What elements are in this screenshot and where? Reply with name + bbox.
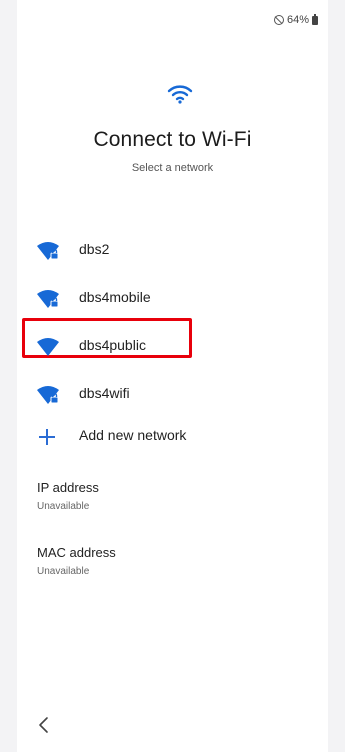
network-item-dbs4wifi[interactable]: dbs4wifi <box>17 376 328 424</box>
ip-address-label: IP address <box>37 480 99 495</box>
ip-address-value: Unavailable <box>37 501 90 512</box>
network-item-dbs2[interactable]: dbs2 <box>17 232 328 280</box>
wifi-locked-icon <box>37 386 59 404</box>
wifi-icon <box>37 338 59 356</box>
wifi-setup-screen: 64% Connect to Wi-Fi Select a network db… <box>17 0 328 752</box>
network-name: dbs4mobile <box>79 289 151 305</box>
wifi-icon <box>167 85 193 104</box>
network-item-dbs4public[interactable]: dbs4public <box>17 318 328 376</box>
mac-address-section: MAC address Unavailable <box>37 545 116 577</box>
battery-percent: 64% <box>286 14 309 26</box>
network-name: dbs2 <box>79 241 110 257</box>
battery-icon <box>312 13 318 25</box>
page-subtitle: Select a network <box>131 162 214 174</box>
page-title: Connect to Wi-Fi <box>93 128 252 151</box>
add-network-button[interactable]: Add new network <box>17 424 328 472</box>
mac-address-label: MAC address <box>37 545 116 560</box>
back-chevron-icon[interactable] <box>37 716 51 734</box>
network-list: dbs2 dbs4mobile dbs4public dbs4wifi Add … <box>17 232 328 472</box>
mac-address-value: Unavailable <box>37 566 90 577</box>
network-name: dbs4public <box>79 337 146 353</box>
ip-address-section: IP address Unavailable <box>37 480 99 512</box>
wifi-locked-icon <box>37 242 59 260</box>
plus-icon <box>39 429 55 445</box>
wifi-locked-icon <box>37 290 59 308</box>
status-bar: 64% <box>273 13 318 26</box>
network-name: dbs4wifi <box>79 385 130 401</box>
do-not-disturb-icon <box>273 15 284 25</box>
add-network-label: Add new network <box>79 427 187 443</box>
